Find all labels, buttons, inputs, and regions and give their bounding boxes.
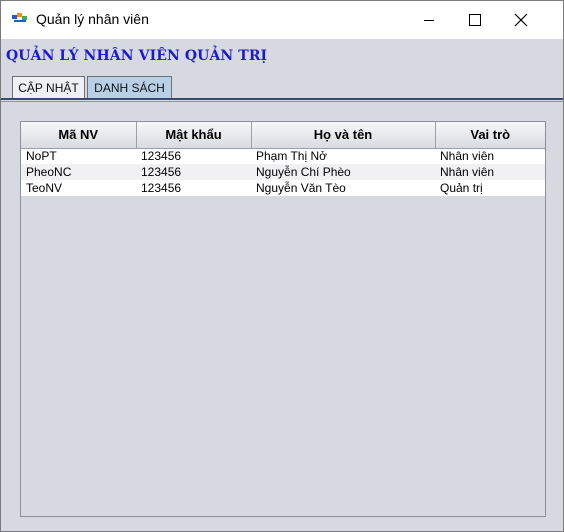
cell-vai-tro[interactable]: Quản trị [435, 180, 545, 196]
maximize-button[interactable] [452, 1, 498, 39]
cell-ma-nv[interactable]: PheoNC [21, 164, 136, 180]
column-header-mat-khau[interactable]: Mật khẩu [136, 122, 252, 149]
close-button[interactable] [498, 1, 544, 39]
cell-ho-va-ten[interactable]: Nguyễn Văn Tèo [251, 180, 435, 196]
column-header-ma-nv[interactable]: Mã NV [21, 122, 137, 149]
cell-mat-khau[interactable]: 123456 [136, 148, 251, 164]
cell-ma-nv[interactable]: TeoNV [21, 180, 136, 196]
tab-cap-nhat[interactable]: CẬP NHẬT [12, 76, 85, 99]
employee-table-pane[interactable]: Mã NV Mật khẩu Họ và tên Vai trò NoPT 12… [20, 121, 546, 517]
tab-danh-sach[interactable]: DANH SÁCH [87, 76, 172, 99]
app-window: Quản lý nhân viên QUẢN LÝ NHÂN VIÊN QUẢN… [0, 0, 564, 532]
minimize-icon [424, 19, 434, 21]
cell-vai-tro[interactable]: Nhân viên [435, 164, 545, 180]
title-bar[interactable]: Quản lý nhân viên [1, 1, 563, 39]
window-title: Quản lý nhân viên [36, 11, 149, 27]
tab-divider [1, 98, 563, 100]
tab-divider-shadow [1, 101, 563, 102]
cell-mat-khau[interactable]: 123456 [136, 180, 251, 196]
cell-ho-va-ten[interactable]: Phạm Thị Nở [251, 148, 435, 164]
table-row[interactable]: NoPT 123456 Phạm Thị Nở Nhân viên [21, 148, 545, 164]
employee-table: Mã NV Mật khẩu Họ và tên Vai trò NoPT 12… [21, 122, 545, 196]
maximize-icon [469, 14, 481, 26]
minimize-button[interactable] [406, 1, 452, 39]
page-title: QUẢN LÝ NHÂN VIÊN QUẢN TRỊ [6, 48, 268, 64]
column-header-ho-va-ten[interactable]: Họ và tên [251, 122, 436, 149]
cell-ho-va-ten[interactable]: Nguyễn Chí Phèo [251, 164, 435, 180]
cell-vai-tro[interactable]: Nhân viên [435, 148, 545, 164]
cell-ma-nv[interactable]: NoPT [21, 148, 136, 164]
table-row[interactable]: PheoNC 123456 Nguyễn Chí Phèo Nhân viên [21, 164, 545, 180]
fpt-logo-icon [12, 13, 27, 22]
table-header-row: Mã NV Mật khẩu Họ và tên Vai trò [21, 122, 545, 149]
close-icon [514, 13, 528, 27]
cell-mat-khau[interactable]: 123456 [136, 164, 251, 180]
column-header-vai-tro[interactable]: Vai trò [435, 122, 545, 149]
table-row[interactable]: TeoNV 123456 Nguyễn Văn Tèo Quản trị [21, 180, 545, 196]
